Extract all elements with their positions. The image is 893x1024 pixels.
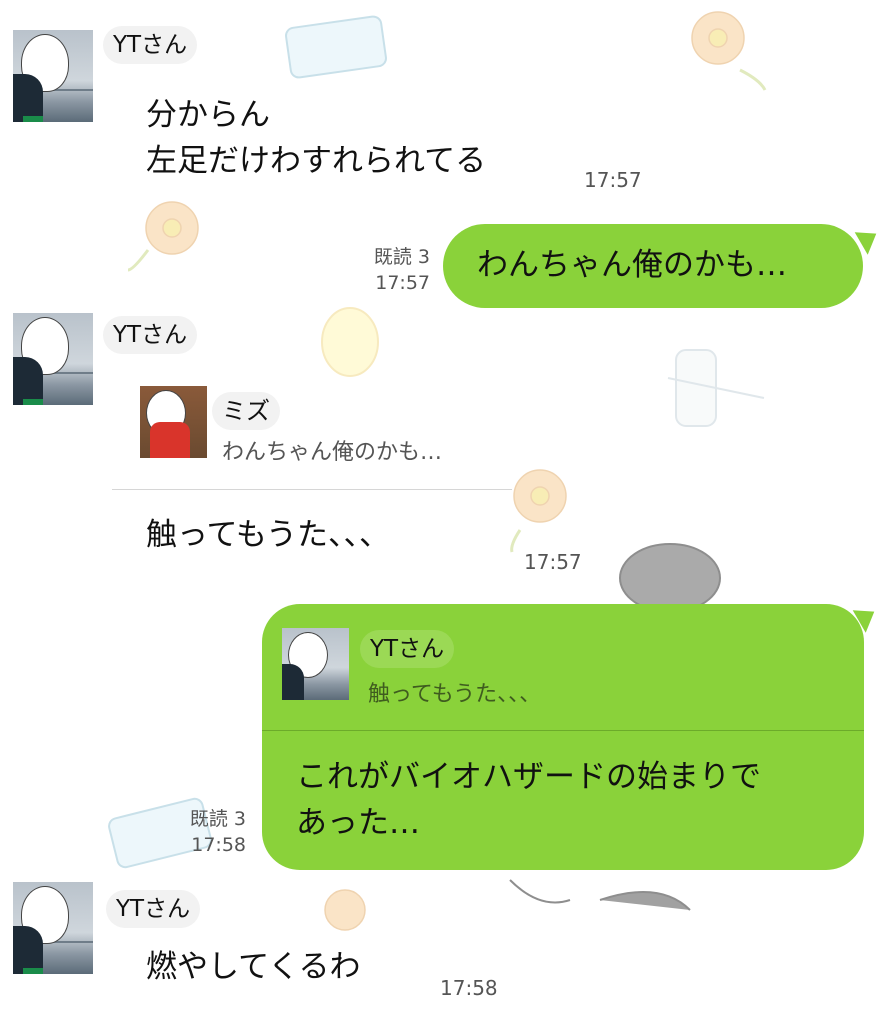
reply-divider: [262, 730, 864, 731]
sender-name: YTさん: [103, 316, 198, 354]
read-status: 既読 3: [189, 808, 246, 830]
quoted-avatar: [282, 628, 349, 700]
timestamp: 17:58: [191, 834, 246, 856]
quoted-text: わんちゃん俺のかも…: [222, 440, 443, 465]
egg-icon: [321, 307, 379, 377]
sender-avatar[interactable]: [13, 313, 93, 405]
read-receipt: 既読 3 17:58: [166, 806, 246, 858]
hammer-icon: [667, 349, 765, 427]
quoted-avatar: [140, 386, 207, 458]
message-text: これがバイオハザードの始まりで あった…: [296, 754, 761, 846]
read-receipt: 既読 3 17:57: [350, 244, 430, 296]
message-text: わんちゃん俺のかも…: [477, 247, 787, 283]
quoted-name: ミズ: [212, 392, 280, 430]
quoted-text: 触ってもうた、、、: [368, 682, 542, 707]
read-status: 既読 3: [373, 246, 430, 268]
message-bubble[interactable]: YTさん 触ってもうた、、、 これがバイオハザードの始まりで あった…: [262, 604, 864, 870]
message-text[interactable]: 触ってもうた、、、: [146, 512, 390, 558]
sender-name: YTさん: [106, 890, 201, 928]
message-line: 分からん: [146, 97, 270, 133]
timestamp: 17:57: [524, 550, 582, 574]
message-text[interactable]: 燃やしてくるわ: [146, 944, 361, 990]
quoted-name: YTさん: [360, 630, 455, 668]
sender-avatar[interactable]: [13, 882, 93, 974]
message-line: あった…: [296, 805, 420, 841]
sender-avatar[interactable]: [13, 30, 93, 122]
message-line: これがバイオハザードの始まりで: [296, 759, 761, 795]
message-line: 左足だけわすれられてる: [146, 143, 487, 179]
sender-name: YTさん: [103, 26, 198, 64]
message-text[interactable]: 分からん 左足だけわすれられてる: [146, 92, 486, 184]
timestamp: 17:57: [375, 272, 430, 294]
reply-divider: [112, 489, 512, 490]
timestamp: 17:57: [584, 168, 642, 192]
message-bubble[interactable]: わんちゃん俺のかも…: [443, 224, 863, 308]
timestamp: 17:58: [440, 976, 498, 1000]
